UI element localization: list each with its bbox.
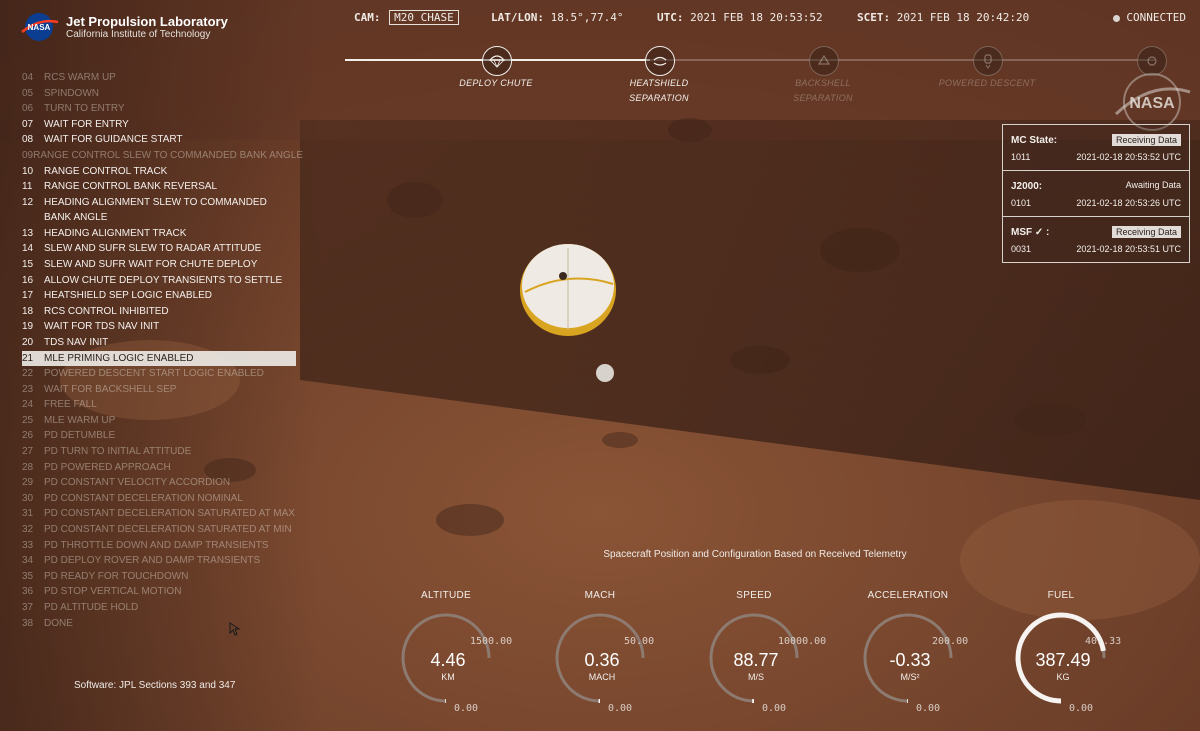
fuel-gauge: FUEL 387.49 KG 401.33 0.00 bbox=[1013, 590, 1153, 720]
gauge-label: ACCELERATION bbox=[867, 590, 949, 601]
gauge-label: ALTITUDE bbox=[421, 590, 471, 601]
gauge-label: FUEL bbox=[1047, 590, 1075, 601]
gauge-label: SPEED bbox=[736, 590, 772, 601]
gauge-unit: M/S bbox=[747, 672, 764, 682]
gauge-max: 1500.00 bbox=[470, 636, 513, 647]
mouse-cursor-icon bbox=[229, 622, 241, 636]
gauge-value: 387.49 bbox=[1035, 650, 1091, 670]
gauge-value: 4.46 bbox=[430, 650, 466, 670]
gauge-unit: MACH bbox=[588, 672, 616, 682]
gauge-unit: KG bbox=[1056, 672, 1070, 682]
gauge-max: 401.33 bbox=[1085, 636, 1122, 647]
gauge-label: MACH bbox=[584, 590, 616, 601]
gauge-min: 0.00 bbox=[454, 703, 479, 714]
gauge-value: 0.36 bbox=[584, 650, 620, 670]
gauge-value: -0.33 bbox=[889, 650, 931, 670]
gauge-min: 0.00 bbox=[762, 703, 787, 714]
altitude-gauge: ALTITUDE 4.46 KM 1500.00 0.00 bbox=[398, 590, 538, 720]
mach-gauge: MACH 0.36 MACH 50.00 0.00 bbox=[552, 590, 692, 720]
gauge-max: 10000.00 bbox=[778, 636, 827, 647]
gauge-max: 200.00 bbox=[932, 636, 969, 647]
gauge-unit: M/S² bbox=[900, 672, 920, 682]
gauge-min: 0.00 bbox=[608, 703, 633, 714]
gauge-min: 0.00 bbox=[916, 703, 941, 714]
gauge-unit: KM bbox=[441, 672, 455, 682]
gauge-row: ALTITUDE 4.46 KM 1500.00 0.00 MACH 0.36 MACH 50.… bbox=[0, 0, 1200, 731]
gauge-min: 0.00 bbox=[1069, 703, 1094, 714]
acceleration-gauge: ACCELERATION -0.33 M/S² 200.00 0.00 bbox=[860, 590, 1000, 720]
gauge-value: 88.77 bbox=[733, 650, 779, 670]
speed-gauge: SPEED 88.77 M/S 10000.00 0.00 bbox=[706, 590, 846, 720]
gauge-max: 50.00 bbox=[624, 636, 655, 647]
